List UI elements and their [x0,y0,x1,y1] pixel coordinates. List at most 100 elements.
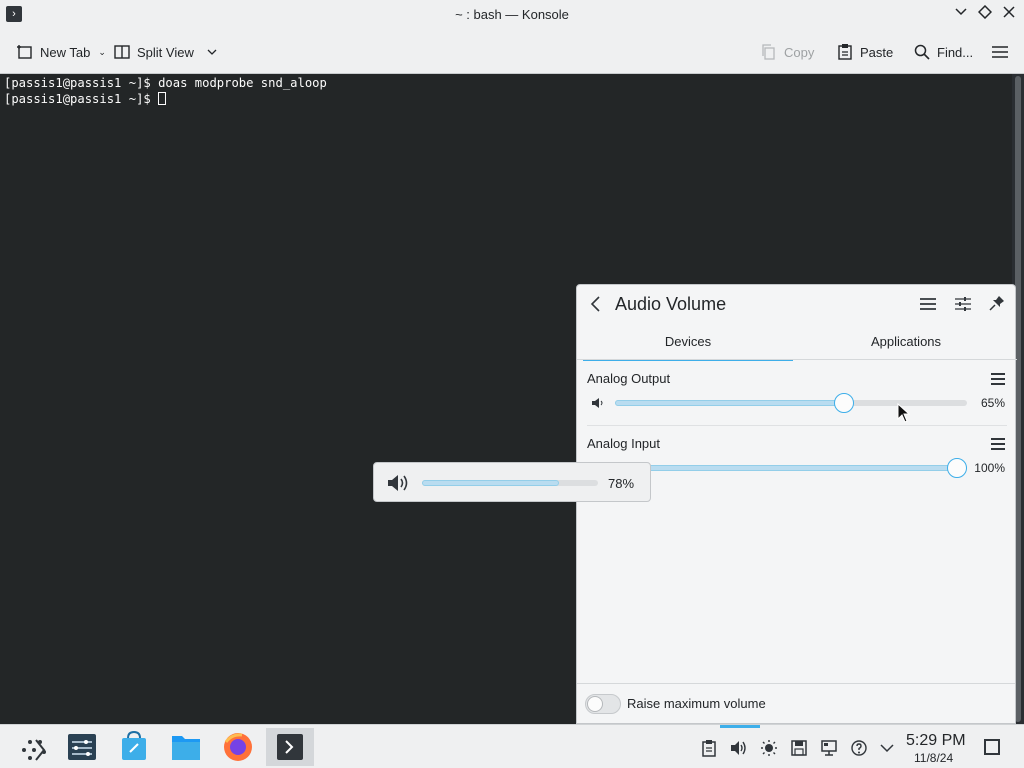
dolphin-task[interactable] [162,728,210,766]
analog-output-slider-handle[interactable] [834,393,854,413]
menu-bar [991,373,1005,375]
network-wired-icon [821,740,837,756]
folder-icon [172,736,200,760]
firefox-task[interactable] [214,728,262,766]
split-view-icon [114,45,130,59]
discover-task[interactable] [110,728,158,766]
split-view-label: Split View [137,44,194,60]
help-circle-icon [851,740,867,756]
speaker-high-icon [388,475,408,491]
tabs-divider [577,359,1017,360]
chevron-down-icon [955,8,967,16]
osd-volume-bar [422,480,598,486]
volume-osd: 78% [373,462,651,502]
audio-volume-header: Audio Volume [577,285,1015,325]
back-button[interactable] [589,294,603,320]
footer-divider [577,683,1015,684]
show-desktop-button[interactable] [984,739,1000,755]
find-button[interactable]: Find... [913,40,973,64]
disks-tray-button[interactable] [790,739,808,757]
find-label: Find... [937,44,974,60]
analog-output-label: Analog Output [587,371,671,386]
close-icon [1003,6,1015,18]
analog-output-slider[interactable] [615,393,967,413]
speaker-icon[interactable] [591,396,605,410]
terminal-line-prompt: [passis1@passis1 ~]$ [4,91,1008,107]
window-title: ~ : bash — Konsole [455,7,569,22]
mouse-pointer-icon [897,403,911,423]
terminal-cursor [158,92,167,105]
help-tray-button[interactable] [850,739,868,757]
maximize-button[interactable] [976,4,994,24]
audio-menu-button[interactable] [918,295,938,315]
volume-tray-button[interactable] [730,739,748,757]
clipboard-tray-button[interactable] [700,739,718,757]
tab-applications[interactable]: Applications [801,331,1011,361]
close-button[interactable] [1000,4,1018,24]
system-settings-task[interactable] [58,728,106,766]
analog-output-percent: 65% [980,396,1005,410]
analog-input-percent: 100% [974,461,1005,475]
tray-active-indicator [720,725,760,728]
new-tab-icon [17,45,32,59]
taskbar: 5:29 PM 11/8/24 [0,724,1024,768]
hamburger-menu-icon [992,46,1008,58]
paste-button[interactable]: Paste [836,40,893,64]
analog-output-menu-button[interactable] [991,373,1005,387]
new-tab-label: New Tab [40,44,91,60]
chevron-down-icon [207,49,217,55]
clock-date[interactable]: 11/8/24 [914,751,953,765]
minimize-button[interactable] [952,4,970,24]
device-separator [587,425,1007,426]
paste-icon [838,44,852,60]
menu-bar [991,448,1005,450]
raise-max-volume-toggle[interactable] [585,694,621,714]
konsole-task[interactable] [266,728,314,766]
clock-time[interactable]: 5:29 PM [906,732,966,750]
analog-input-slider[interactable] [615,458,967,478]
clipboard-icon [702,740,716,757]
application-launcher-button[interactable] [10,728,58,766]
chevron-down-icon [880,744,894,753]
analog-input-slider-handle[interactable] [947,458,967,478]
network-tray-button[interactable] [820,739,838,757]
osd-volume-fill [422,480,559,486]
audio-settings-button[interactable] [953,295,973,315]
menu-bar [991,443,1005,445]
audio-volume-popup: Audio Volume Devices Applications Analog… [576,284,1017,724]
window-titlebar: › ~ : bash — Konsole [0,0,1024,30]
konsole-toolbar: New Tab ⌄ Split View Copy Paste Find... [0,30,1024,74]
menu-bar [991,438,1005,440]
konsole-icon [277,734,303,760]
search-icon [914,44,930,60]
copy-button[interactable]: Copy [760,40,814,64]
pin-button[interactable] [987,295,1007,315]
terminal-prompt: [passis1@passis1 ~]$ [4,92,159,106]
sliders-icon [955,297,971,311]
analog-input-menu-button[interactable] [991,438,1005,452]
paste-label: Paste [860,44,894,60]
tray-expand-button[interactable] [878,739,896,757]
diamond-icon [977,4,993,20]
tab-devices[interactable]: Devices [583,331,793,361]
split-view-button[interactable]: Split View [113,40,218,64]
new-tab-button[interactable]: New Tab ⌄ [16,40,106,64]
speaker-icon [731,741,746,755]
copy-icon [762,44,775,60]
analog-input-slider-fill [615,465,967,471]
brightness-icon [761,740,777,756]
pin-icon [989,296,1004,311]
chevron-left-icon [590,296,600,312]
audio-tabs: Devices Applications [583,331,1011,361]
menu-bar [991,383,1005,385]
hamburger-menu-icon [920,298,936,310]
save-disk-icon [791,740,807,756]
window-controls [952,4,1018,24]
brightness-tray-button[interactable] [760,739,778,757]
copy-label: Copy [784,44,815,60]
audio-volume-title: Audio Volume [615,294,727,314]
hamburger-menu-button[interactable] [991,40,1009,64]
terminal-line: [passis1@passis1 ~]$ doas modprobe snd_a… [4,76,327,90]
discover-store-icon [122,730,146,760]
kde-launcher-icon [22,739,46,761]
